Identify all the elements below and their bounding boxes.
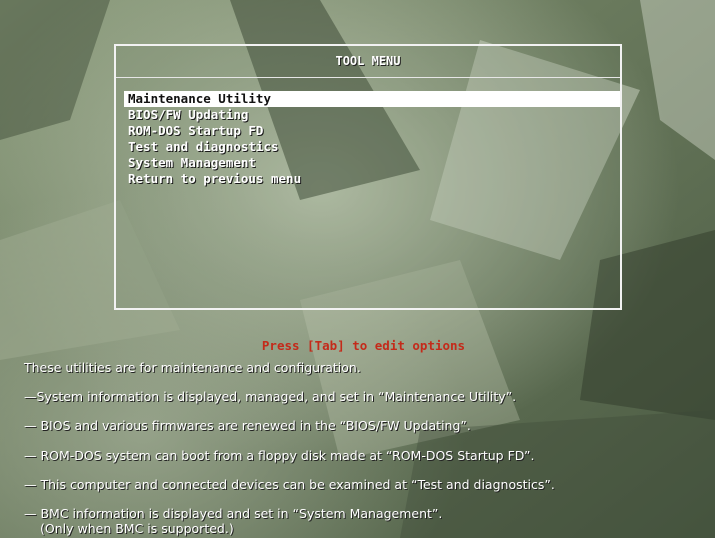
menu-item-maintenance-utility[interactable]: Maintenance Utility — [124, 91, 620, 107]
help-bmc-note: (Only when BMC is supported.) — [40, 521, 234, 536]
menu-divider — [116, 77, 620, 78]
menu-item-test-and-diagnostics[interactable]: Test and diagnostics — [124, 139, 620, 155]
help-line-maintenance: —System information is displayed, manage… — [24, 389, 517, 404]
menu-list: Maintenance Utility BIOS/FW Updating ROM… — [124, 91, 620, 187]
menu-item-rom-dos-startup-fd[interactable]: ROM-DOS Startup FD — [124, 123, 620, 139]
boot-screen: TOOL MENU Maintenance Utility BIOS/FW Up… — [0, 0, 715, 538]
menu-item-bios-fw-updating[interactable]: BIOS/FW Updating — [124, 107, 620, 123]
tool-menu-panel: TOOL MENU Maintenance Utility BIOS/FW Up… — [114, 44, 622, 310]
help-intro: These utilities are for maintenance and … — [24, 360, 361, 375]
edit-options-hint: Press [Tab] to edit options — [261, 338, 466, 353]
help-line-rom-dos: — ROM-DOS system can boot from a floppy … — [24, 448, 535, 463]
help-line-diagnostics: — This computer and connected devices ca… — [24, 477, 555, 492]
help-line-bmc: — BMC information is displayed and set i… — [24, 506, 443, 521]
menu-item-system-management[interactable]: System Management — [124, 155, 620, 171]
menu-title: TOOL MENU — [335, 54, 401, 68]
menu-item-return-to-previous-menu[interactable]: Return to previous menu — [124, 171, 620, 187]
help-line-bios: — BIOS and various firmwares are renewed… — [24, 418, 471, 433]
